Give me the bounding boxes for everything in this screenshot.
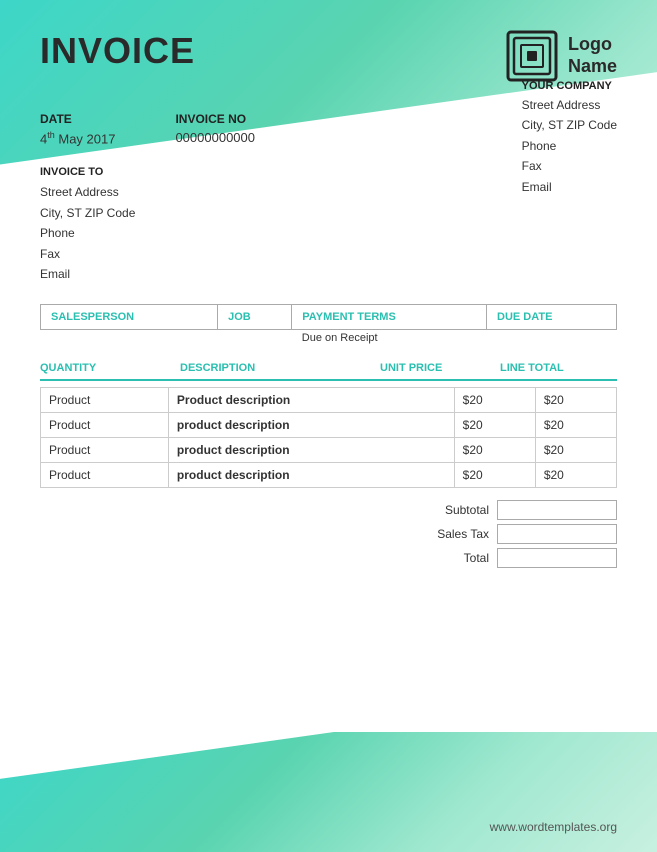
sales-header-payment-terms: PAYMENT TERMS [292,305,487,330]
date-label: DATE [40,112,115,126]
row-total: $20 [535,388,616,413]
logo-area: LogoName [506,30,617,82]
date-block: DATE 4th May 2017 [40,112,115,146]
footer: www.wordtemplates.org [490,820,617,834]
items-header-desc: DESCRIPTION [180,362,380,374]
invoice-no-value: 00000000000 [175,130,255,145]
sales-header-job: JOB [218,305,292,330]
row-total: $20 [535,438,616,463]
subtotal-box [497,500,617,520]
sales-header-due-date: DUE DATE [487,305,617,330]
row-desc: product description [168,463,454,488]
logo-name-text: LogoName [568,34,617,77]
invoice-to-section: INVOICE TO Street Address City, ST ZIP C… [40,166,617,284]
items-header-unit: UNIT PRICE [380,362,500,374]
total-box [497,548,617,568]
row-unit: $20 [454,463,535,488]
row-desc: Product description [168,388,454,413]
total-label: Total [417,551,497,565]
date-value: 4th May 2017 [40,130,115,146]
logo-icon [506,30,558,82]
row-unit: $20 [454,388,535,413]
table-row: Product product description $20 $20 [41,413,617,438]
items-header-qty: QUANTITY [40,362,180,374]
sales-header-salesperson: SALESPERSON [41,305,218,330]
items-header-total: LINE TOTAL [500,362,620,374]
sales-tax-label: Sales Tax [417,527,497,541]
sales-cell-4 [487,330,617,347]
items-table: Product Product description $20 $20 Prod… [40,387,617,488]
items-header: QUANTITY DESCRIPTION UNIT PRICE LINE TOT… [40,354,617,381]
totals-grid: Subtotal Sales Tax Total [417,500,617,568]
invoice-title: INVOICE [40,30,195,72]
row-qty: Product [41,413,169,438]
sales-cell-1 [41,330,218,347]
website-url: www.wordtemplates.org [490,820,617,834]
invoice-to-info: Street Address City, ST ZIP Code Phone F… [40,182,617,284]
totals-section: Subtotal Sales Tax Total [40,500,617,568]
row-unit: $20 [454,413,535,438]
invoice-to-city: City, ST ZIP Code [40,203,617,223]
row-qty: Product [41,463,169,488]
sales-cell-2 [218,330,292,347]
invoice-no-label: INVOICE NO [175,112,255,126]
invoice-to-fax: Fax [40,244,617,264]
row-desc: product description [168,413,454,438]
table-row: Product product description $20 $20 [41,463,617,488]
table-section: SALESPERSON JOB PAYMENT TERMS DUE DATE D… [40,304,617,568]
row-total: $20 [535,463,616,488]
invoice-to-phone: Phone [40,223,617,243]
row-qty: Product [41,438,169,463]
row-unit: $20 [454,438,535,463]
sales-tax-box [497,524,617,544]
invoice-to-street: Street Address [40,182,617,202]
row-desc: product description [168,438,454,463]
table-row: Product Product description $20 $20 [41,388,617,413]
due-on-receipt-cell: Due on Receipt [292,330,487,347]
invoice-to-email: Email [40,264,617,284]
header-row: INVOICE LogoName [40,30,617,82]
invoice-to-label: INVOICE TO [40,166,617,178]
table-row: Product product description $20 $20 [41,438,617,463]
subtotal-label: Subtotal [417,503,497,517]
invoice-no-block: INVOICE NO 00000000000 [175,112,255,146]
row-qty: Product [41,388,169,413]
meta-row: DATE 4th May 2017 INVOICE NO 00000000000 [40,112,617,146]
sales-table: SALESPERSON JOB PAYMENT TERMS DUE DATE D… [40,304,617,346]
row-total: $20 [535,413,616,438]
due-on-receipt-row: Due on Receipt [41,330,617,347]
